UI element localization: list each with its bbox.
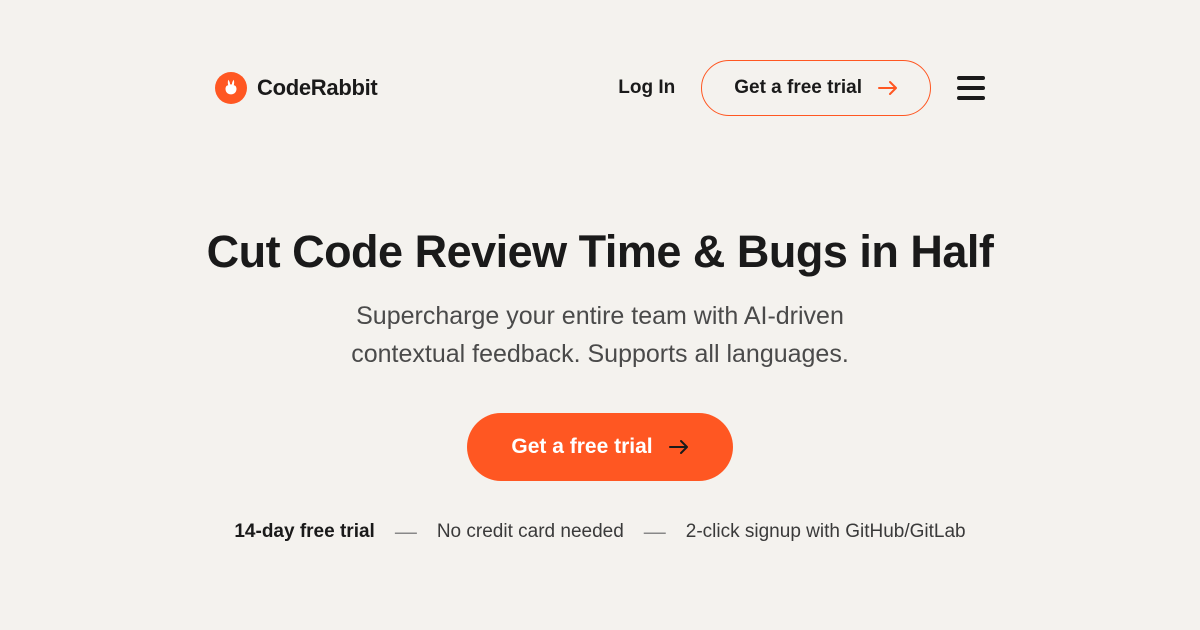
feature-item: 2-click signup with GitHub/GitLab [686, 521, 966, 543]
header-trial-label: Get a free trial [734, 77, 862, 99]
brand-logo[interactable]: CodeRabbit [215, 72, 377, 104]
feature-item: 14-day free trial [234, 521, 374, 543]
header-nav: Log In Get a free trial [618, 60, 985, 116]
login-link[interactable]: Log In [618, 77, 675, 99]
hero-subhead: Supercharge your entire team with AI-dri… [0, 298, 1200, 373]
hero-cta-button[interactable]: Get a free trial [467, 413, 732, 481]
hero-cta-label: Get a free trial [511, 435, 652, 459]
hero-section: Cut Code Review Time & Bugs in Half Supe… [0, 116, 1200, 545]
hamburger-menu-icon[interactable] [957, 76, 985, 100]
separator: — [395, 519, 417, 545]
brand-name: CodeRabbit [257, 75, 377, 101]
separator: — [644, 519, 666, 545]
arrow-right-icon [878, 80, 898, 96]
feature-item: No credit card needed [437, 521, 624, 543]
arrow-right-icon [669, 439, 689, 455]
rabbit-icon [215, 72, 247, 104]
feature-list: 14-day free trial — No credit card neede… [0, 519, 1200, 545]
hero-headline: Cut Code Review Time & Bugs in Half [0, 226, 1200, 278]
site-header: CodeRabbit Log In Get a free trial [0, 0, 1200, 116]
header-trial-button[interactable]: Get a free trial [701, 60, 931, 116]
